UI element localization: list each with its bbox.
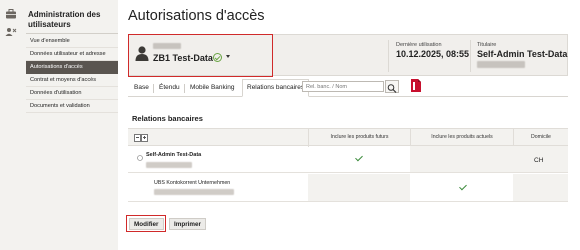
sidebar-item-overview[interactable]: Vue d'ensemble — [26, 35, 118, 48]
last-use-label: Dernière utilisation — [396, 42, 442, 48]
expand-row-icon[interactable] — [137, 155, 143, 161]
tab-mobile-banking[interactable]: Mobile Banking — [186, 79, 238, 97]
table-header: Inclure les produits futurs Inclure les … — [128, 128, 568, 147]
expand-collapse-icon[interactable] — [134, 134, 148, 142]
column-current-products: Inclure les produits actuels — [431, 134, 493, 140]
pdf-export-icon[interactable] — [410, 78, 422, 93]
cell-bg — [513, 174, 568, 201]
last-use: Dernière utilisation 10.12.2025, 08:55 — [396, 42, 469, 59]
sidebar-item-access-rights[interactable]: Autorisations d'accès — [26, 61, 118, 74]
page-title: Autorisations d'accès — [128, 8, 265, 24]
tab-divider — [153, 84, 154, 93]
table-row[interactable]: Self-Admin Test-Data CH — [128, 146, 568, 173]
row-domicile: CH — [534, 157, 544, 164]
search-icon — [387, 84, 397, 93]
cell-bg — [410, 146, 513, 172]
account-selector[interactable]: ZB1 Test-Data — [128, 34, 273, 77]
briefcase-icon — [6, 9, 16, 19]
sidebar-nav: Vue d'ensemble Données utilisateur et ad… — [26, 35, 118, 113]
users-admin-icon — [5, 28, 17, 36]
row-name: Self-Admin Test-Data — [146, 152, 202, 158]
table-row[interactable]: UBS Kontokorrent Unternehmen — [128, 174, 568, 202]
sidebar: Administration des utilisateurs Vue d'en… — [0, 0, 118, 250]
row-name: UBS Kontokorrent Unternehmen — [154, 180, 231, 186]
user-avatar-icon — [135, 46, 149, 61]
modify-button[interactable]: Modifier — [129, 218, 164, 230]
chevron-down-icon[interactable] — [226, 55, 230, 58]
column-domicile: Domicile — [531, 134, 551, 140]
cell-bg — [308, 174, 410, 201]
row-id-redacted — [146, 162, 192, 168]
tab-bank-relations[interactable]: Relations bancaires — [242, 79, 310, 97]
search-input[interactable] — [302, 81, 384, 92]
last-use-value: 10.12.2025, 08:55 — [396, 49, 470, 59]
holder: Titulaire Self-Admin Test-Data — [477, 42, 567, 68]
tab-extended[interactable]: Étendu — [155, 79, 184, 97]
check-icon — [459, 182, 467, 191]
account-subtitle-redacted — [153, 43, 181, 49]
header-divider — [470, 40, 471, 72]
sidebar-item-user-data[interactable]: Données utilisateur et adresse — [26, 48, 118, 61]
sidebar-item-usage-data[interactable]: Données d'utilisation — [26, 87, 118, 100]
sidebar-item-contract[interactable]: Contrat et moyens d'accès — [26, 74, 118, 87]
sidebar-title: Administration des utilisateurs — [28, 10, 101, 29]
column-future-products: Inclure les produits futurs — [330, 134, 389, 140]
holder-id-redacted — [477, 61, 525, 68]
holder-value: Self-Admin Test-Data — [477, 49, 568, 59]
verified-check-icon — [213, 53, 222, 62]
sidebar-item-documents[interactable]: Documents et validation — [26, 100, 118, 113]
check-icon — [355, 153, 363, 162]
tab-divider — [184, 84, 185, 93]
sidebar-header: Administration des utilisateurs — [0, 0, 118, 36]
tab-base[interactable]: Base — [130, 79, 153, 97]
row-id-redacted — [154, 189, 234, 195]
search-button[interactable] — [385, 80, 399, 93]
header-divider — [388, 40, 389, 72]
sidebar-divider — [26, 33, 118, 34]
holder-label: Titulaire — [477, 42, 497, 48]
print-button[interactable]: Imprimer — [169, 218, 206, 230]
section-title: Relations bancaires — [132, 114, 203, 123]
account-name: ZB1 Test-Data — [153, 53, 213, 63]
